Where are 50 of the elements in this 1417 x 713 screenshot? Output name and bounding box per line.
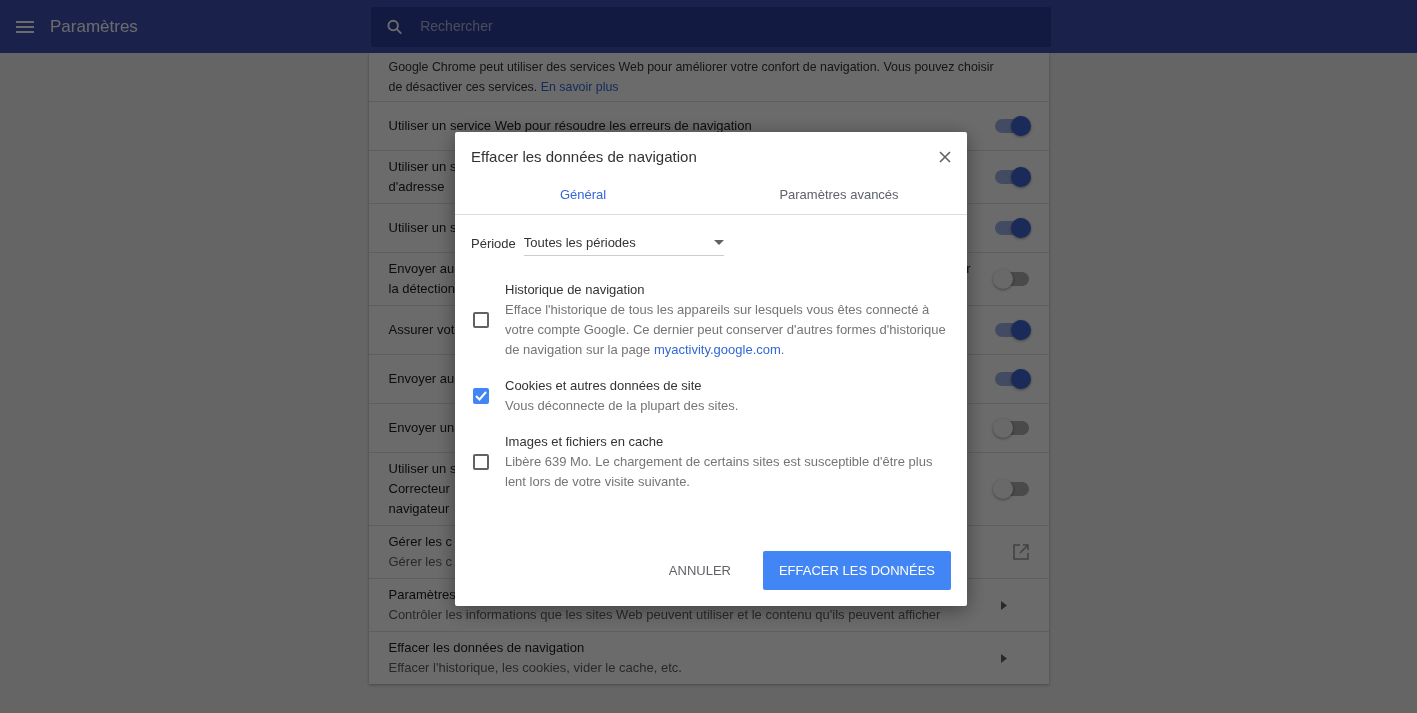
period-label: Période [471,234,516,253]
tab[interactable]: Paramètres avancés [711,174,967,214]
option-title: Images et fichiers en cache [505,432,665,451]
setting-label: Effacer les données de navigation [388,639,585,657]
setting-description: Correcteur [388,480,450,498]
setting-label: Gérer les c [388,533,453,551]
page-title: Paramètres [50,15,138,38]
setting-label: Envoyer un [388,419,455,437]
toggle-switch[interactable] [994,482,1029,496]
search-icon [387,18,403,35]
activity-link[interactable]: myactivity.google.com [653,341,781,357]
toggle-switch[interactable] [994,221,1029,235]
setting-label: Assurer vot [388,321,455,339]
checkbox[interactable] [473,311,489,328]
setting-description: Contrôler les informations que les sites Web peuvent utiliser et le contenu qu'ils peuvent afficher [388,606,941,624]
option-description: Libère 639 Mo. Le chargement de certains sites est susceptible d'être plus lent lors de votre visite suivante. [505,452,934,491]
checkbox[interactable] [473,453,489,470]
external-link-icon[interactable] [1012,544,1029,560]
chevron-right-icon[interactable] [1000,653,1007,663]
setting-label: Utiliser un service Web pour résoudre les erreurs de navigation [388,117,752,135]
intro-text: Google Chrome peut utiliser des services Web pour améliorer votre confort de navigation. Vous pouvez choisir de désactiver ces services. En savoir plus [388,59,994,96]
setting-label: r [966,260,971,278]
setting-description: la détection [388,280,455,298]
clear-data-button[interactable]: EFFACER LES DONNÉES [762,550,951,590]
toggle-switch[interactable] [994,421,1029,435]
period-select[interactable]: Toutes les périodes [523,231,724,256]
toggle-switch[interactable] [994,170,1029,184]
option-title: Historique de navigation [505,280,646,299]
setting-description: d'adresse [388,178,445,196]
setting-label: Paramètres [388,586,456,604]
option-description: Vous déconnecte de la plupart des sites. [505,396,739,415]
setting-description: Gérer les c [388,553,453,571]
dropdown-arrow-icon [713,240,724,246]
toggle-switch[interactable] [994,372,1029,386]
setting-label: Envoyer au [388,260,455,278]
menu-icon[interactable] [16,20,34,33]
cancel-button[interactable]: ANNULER [652,550,747,590]
setting-description: navigateur [388,500,450,518]
toggle-switch[interactable] [994,272,1029,286]
setting-description: Effacer l'historique, les cookies, vider le cache, etc. [388,659,682,677]
toggle-switch[interactable] [994,119,1029,133]
dialog-title: Effacer les données de navigation [471,147,697,167]
option-title: Cookies et autres données de site [505,376,703,395]
setting-label: Envoyer au [388,370,455,388]
chevron-right-icon[interactable] [1000,600,1007,610]
checkbox[interactable] [473,387,489,404]
tab[interactable]: Général [455,174,711,214]
toggle-switch[interactable] [994,323,1029,337]
close-icon[interactable] [939,151,951,164]
option-description: Efface l'historique de tous les appareils sur lesquels vous êtes connecté à votre compte Google. Ce dernier peut conserver d'autres formes d'historique de navigation sur la page myactivity.google.com. [505,300,947,359]
